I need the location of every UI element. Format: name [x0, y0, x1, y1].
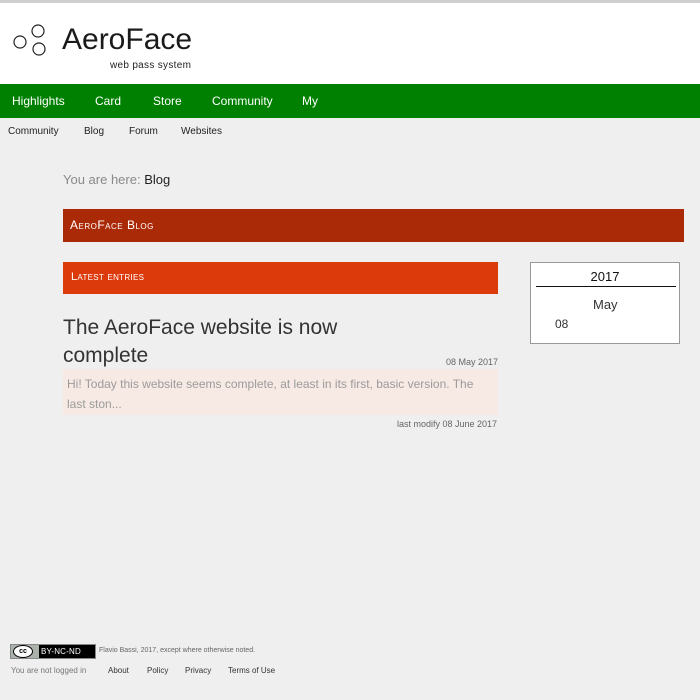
post-title[interactable]: The AeroFace website is now complete — [63, 314, 393, 370]
site-title[interactable]: AeroFace — [62, 25, 192, 55]
footer-link-terms[interactable]: Terms of Use — [228, 666, 275, 675]
subnav-item-forum[interactable]: Forum — [129, 126, 158, 137]
copyright-notice: Flavio Bassi, 2017, except where otherwi… — [99, 647, 256, 654]
archive-calendar: 2017 May 08 — [530, 262, 680, 344]
cc-icon: cc — [13, 645, 33, 658]
calendar-month[interactable]: May — [593, 297, 618, 312]
blog-title: AeroFace Blog — [70, 218, 154, 232]
nav-item-highlights[interactable]: Highlights — [12, 94, 65, 108]
breadcrumb-current[interactable]: Blog — [144, 172, 170, 187]
cc-badge-left: cc — [11, 645, 39, 658]
calendar-divider — [536, 286, 676, 287]
breadcrumb-prefix: You are here: — [63, 172, 145, 187]
post-excerpt-text: Hi! Today this website seems complete, a… — [67, 377, 474, 411]
footer-link-privacy[interactable]: Privacy — [185, 666, 211, 675]
post-modified-date: last modify 08 June 2017 — [397, 419, 498, 429]
breadcrumb: You are here: Blog — [63, 172, 170, 187]
main-nav: Highlights Card Store Community My — [0, 84, 700, 118]
nav-item-store[interactable]: Store — [153, 94, 182, 108]
blog-title-bar: AeroFace Blog — [63, 209, 684, 242]
nav-item-community[interactable]: Community — [212, 94, 273, 108]
latest-entries-bar: Latest entries — [63, 262, 498, 294]
site-header: AeroFace web pass system — [0, 3, 700, 84]
post-excerpt: Hi! Today this website seems complete, a… — [63, 369, 498, 415]
latest-entries-title: Latest entries — [71, 271, 145, 283]
subnav-item-blog[interactable]: Blog — [84, 126, 104, 137]
logo-circles-icon — [13, 24, 46, 56]
subnav-item-websites[interactable]: Websites — [181, 126, 222, 137]
site-subtitle: web pass system — [110, 60, 192, 71]
nav-item-my[interactable]: My — [302, 94, 318, 108]
calendar-day[interactable]: 08 — [555, 317, 568, 331]
cc-license-label: BY-NC-ND — [41, 647, 81, 656]
calendar-year[interactable]: 2017 — [531, 269, 679, 284]
subnav-item-community[interactable]: Community — [8, 126, 59, 137]
post-date: 08 May 2017 — [446, 357, 499, 367]
cc-license-badge[interactable]: cc BY-NC-ND — [10, 644, 96, 659]
footer-link-about[interactable]: About — [108, 666, 129, 675]
login-status: You are not logged in — [11, 666, 87, 675]
nav-item-card[interactable]: Card — [95, 94, 121, 108]
footer-link-policy[interactable]: Policy — [147, 666, 168, 675]
